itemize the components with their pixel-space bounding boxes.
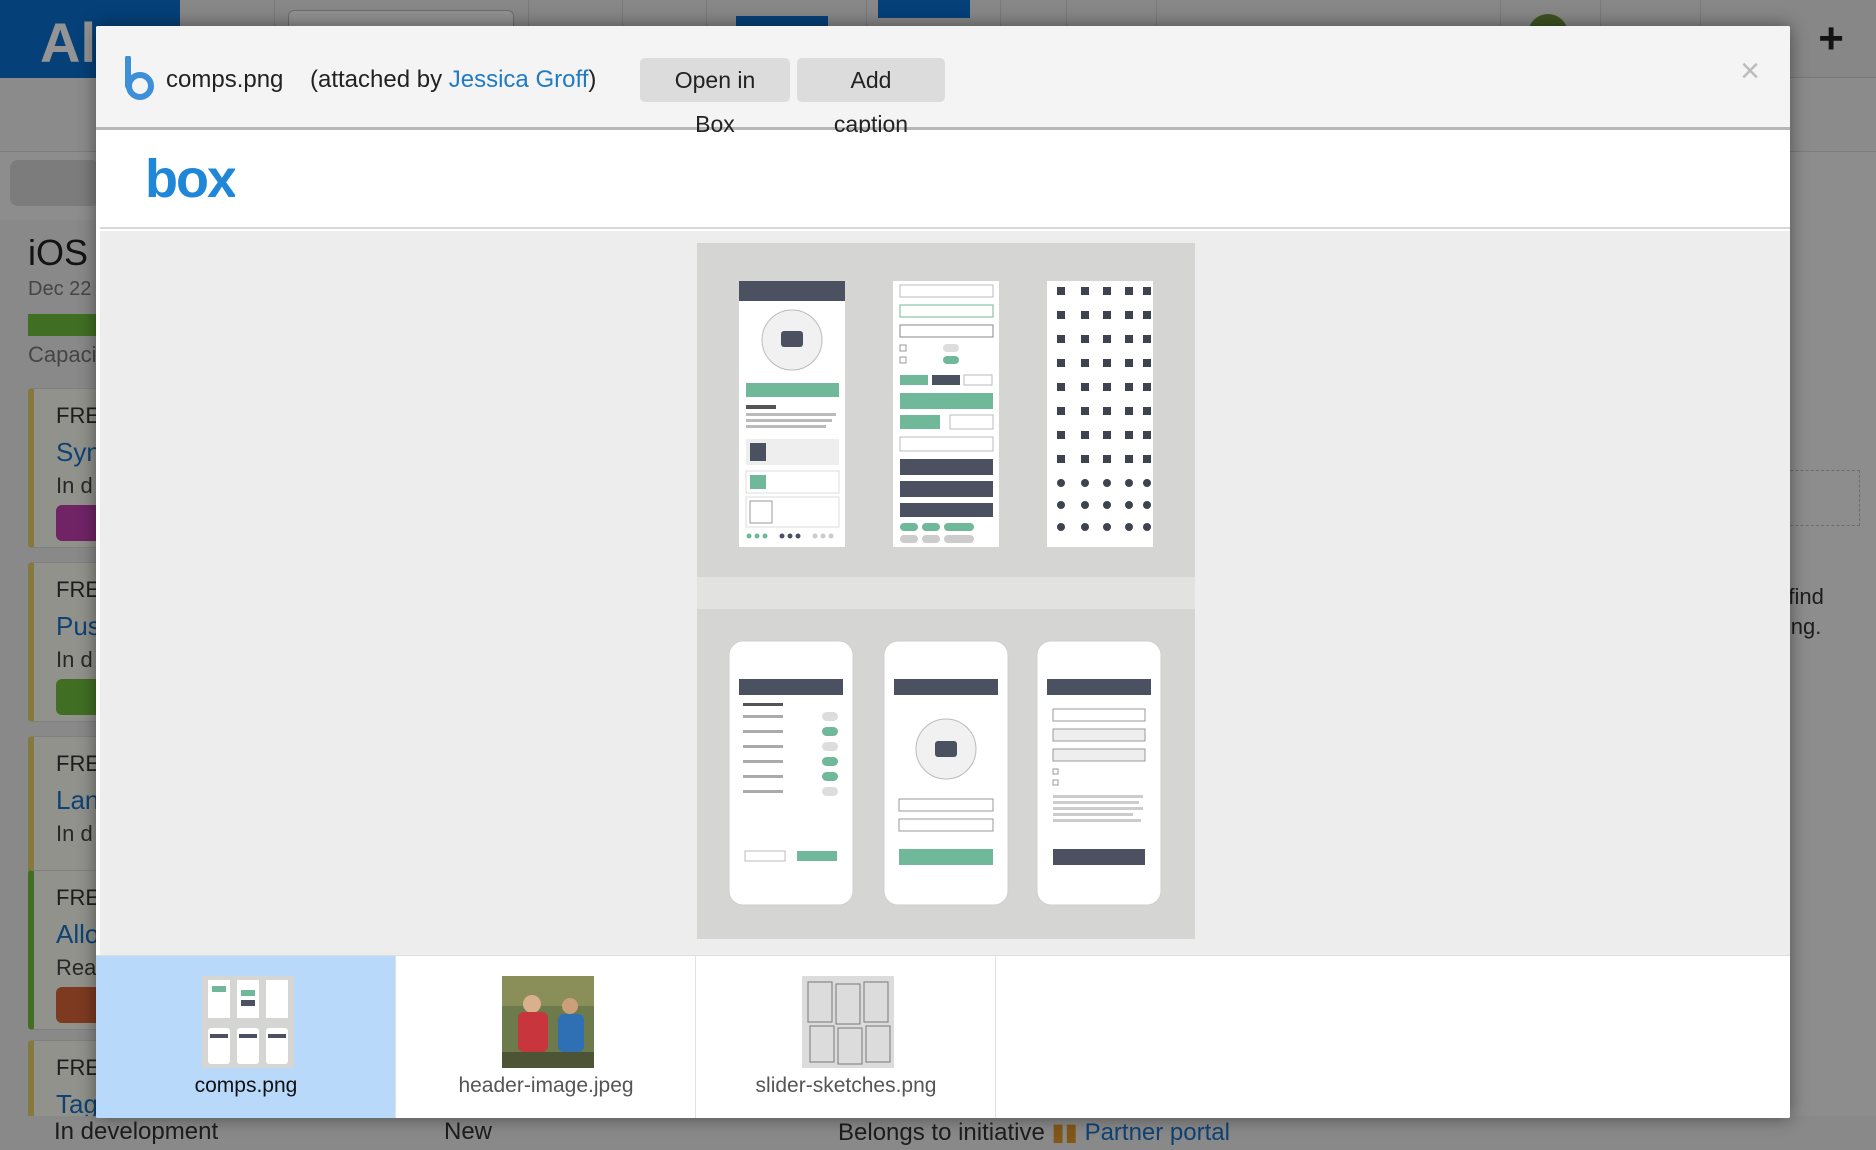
- comps-image: [697, 243, 1195, 939]
- add-caption-button[interactable]: Add caption: [797, 58, 945, 137]
- attachment-viewer-modal: comps.png (attached by Jessica Groff) Op…: [96, 26, 1790, 1118]
- thumbnail-label: header-image.jpeg: [458, 1074, 634, 1097]
- thumbnail-strip: comps.png header-image.jpeg slider-sketc…: [96, 955, 1790, 1118]
- thumbnail-label: comps.png: [194, 1074, 298, 1097]
- screen-icon-set: [1047, 281, 1153, 547]
- author-link[interactable]: Jessica Groff: [449, 66, 589, 93]
- open-in-box-button[interactable]: Open in Box: [640, 58, 790, 137]
- phone-settings: [728, 640, 854, 906]
- thumbnail-header-image[interactable]: header-image.jpeg: [396, 956, 696, 1118]
- close-icon[interactable]: ×: [1740, 54, 1760, 88]
- box-branding-bar: box: [100, 133, 1790, 229]
- screen-menu-item: [739, 281, 845, 547]
- thumbnail-image: [802, 976, 894, 1068]
- modal-header: comps.png (attached by Jessica Groff) Op…: [96, 26, 1790, 137]
- thumbnail-image: [202, 976, 294, 1068]
- box-b-icon: [125, 56, 154, 100]
- image-divider: [697, 577, 1195, 609]
- attached-by: (attached by Jessica Groff): [310, 66, 597, 93]
- phone-sample-screen: [1036, 640, 1162, 906]
- image-preview-area: [100, 231, 1790, 955]
- box-logo: box: [145, 155, 235, 205]
- file-name: comps.png: [166, 66, 284, 93]
- thumbnail-label: slider-sketches.png: [755, 1074, 937, 1097]
- svg-text:box: box: [145, 155, 235, 205]
- screen-form-controls: [893, 281, 999, 547]
- phone-user-profile: [883, 640, 1009, 906]
- thumbnail-slider-sketches[interactable]: slider-sketches.png: [696, 956, 996, 1118]
- thumbnail-image: [502, 976, 594, 1068]
- thumbnail-comps[interactable]: comps.png: [96, 956, 396, 1118]
